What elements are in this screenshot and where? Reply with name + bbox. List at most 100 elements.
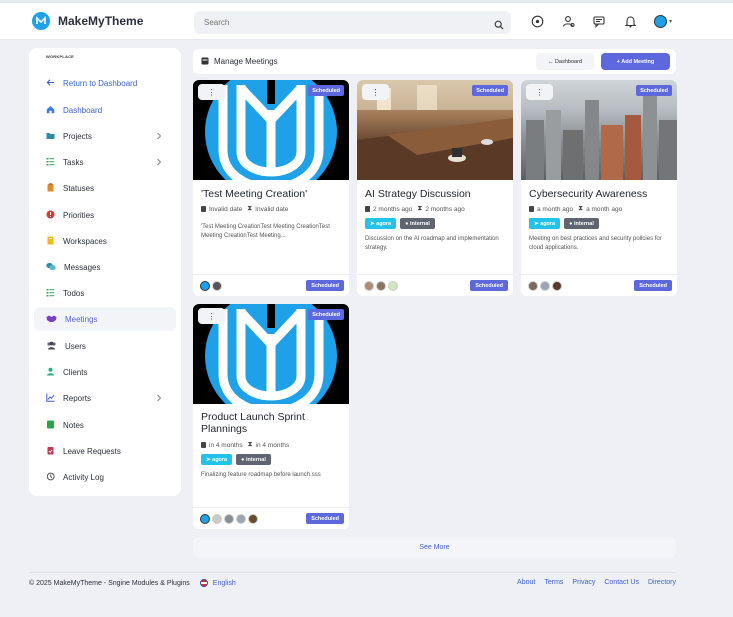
sidebar-item-priorities[interactable]: Priorities: [34, 203, 176, 227]
avatar[interactable]: [388, 281, 398, 291]
tag-internal: ● internal: [400, 218, 435, 229]
sidebar-item-tasks[interactable]: Tasks: [34, 150, 176, 174]
avatar[interactable]: [224, 514, 234, 524]
sidebar-item-label: Messages: [64, 262, 101, 272]
footer-link-about[interactable]: About: [517, 579, 535, 586]
avatar[interactable]: [212, 514, 222, 524]
folder-icon: [46, 131, 55, 142]
meeting-card[interactable]: ⋮ Scheduled Cybersecurity Awareness a mo…: [521, 80, 677, 296]
checklist-icon: [46, 288, 55, 299]
avatar[interactable]: [364, 281, 374, 291]
sidebar-item-notes[interactable]: Notes: [34, 413, 176, 437]
meeting-date-start: a month ago: [537, 205, 574, 213]
clipboard-check-icon: [46, 446, 55, 457]
meeting-dates: 2 months ago ⧗ 2 months ago: [365, 205, 465, 213]
meeting-date-start: Invalid date: [209, 205, 243, 213]
search-box[interactable]: [194, 11, 511, 34]
avatar[interactable]: [552, 281, 562, 291]
chevron-down-icon: ▾: [669, 18, 673, 25]
avatar[interactable]: [376, 281, 386, 291]
status-badge: Scheduled: [306, 513, 344, 524]
participant-avatars: [200, 281, 222, 291]
add-circle-icon[interactable]: [530, 14, 544, 28]
sidebar-item-meetings[interactable]: Meetings: [34, 307, 176, 331]
sidebar-item-reports[interactable]: Reports: [34, 386, 176, 410]
bell-icon[interactable]: [623, 14, 637, 28]
search-icon[interactable]: [494, 17, 504, 35]
sidebar-item-dashboard[interactable]: Dashboard: [34, 98, 176, 122]
chat-icon: [46, 262, 56, 273]
footer-links: About Terms Privacy Contact Us Directory: [517, 579, 676, 586]
avatar[interactable]: [540, 281, 550, 291]
language-selector[interactable]: English: [199, 579, 236, 587]
sidebar-item-statuses[interactable]: Statuses: [34, 176, 176, 200]
sidebar-item-todos[interactable]: Todos: [34, 281, 176, 305]
chart-icon: [46, 393, 55, 404]
language-label: English: [212, 579, 236, 587]
footer-left: © 2025 MakeMyTheme - Sngine Modules & Pl…: [29, 579, 236, 587]
tag-internal: ● internal: [564, 218, 599, 229]
card-menu-button[interactable]: ⋮: [198, 308, 225, 324]
calendar-icon: [201, 442, 206, 448]
meeting-title[interactable]: Cybersecurity Awareness: [529, 188, 647, 200]
sidebar-item-clients[interactable]: Clients: [34, 360, 176, 384]
footer-link-directory[interactable]: Directory: [648, 579, 676, 586]
avatar[interactable]: [212, 281, 222, 291]
alert-icon: [46, 210, 55, 221]
sidebar-item-leave-requests[interactable]: Leave Requests: [34, 439, 176, 463]
history-icon: [46, 472, 55, 483]
avatar[interactable]: [248, 514, 258, 524]
sidebar-item-label: Tasks: [63, 157, 84, 167]
status-badge: Scheduled: [306, 280, 344, 291]
top-bar: MakeMyTheme ▾: [0, 0, 733, 40]
meeting-title[interactable]: Product Launch Sprint Plannings: [201, 411, 341, 435]
friends-icon[interactable]: [561, 14, 575, 28]
avatar[interactable]: [236, 514, 246, 524]
clipboard-icon: [46, 182, 55, 194]
card-menu-button[interactable]: ⋮: [198, 84, 225, 100]
sidebar-item-label: Workspaces: [63, 236, 107, 246]
meeting-title[interactable]: 'Test Meeting Creation': [201, 188, 307, 200]
participant-avatars: [200, 514, 258, 524]
user-menu[interactable]: ▾: [654, 14, 673, 28]
brand[interactable]: MakeMyTheme: [32, 12, 143, 30]
meeting-date-end: 2 months ago: [425, 205, 465, 213]
meeting-date-start: in 4 months: [209, 441, 243, 449]
sidebar-item-activity-log[interactable]: Activity Log: [34, 465, 176, 489]
see-more-button[interactable]: See More: [193, 537, 676, 558]
avatar[interactable]: [200, 281, 210, 291]
meeting-card[interactable]: ⋮ Scheduled 'Test Meeting Creation' Inva…: [193, 80, 349, 296]
meeting-dates: Invalid date ⧗ Invalid date: [201, 205, 288, 213]
sidebar-item-users[interactable]: Users: [34, 334, 176, 358]
messages-icon[interactable]: [592, 14, 606, 28]
add-meeting-button[interactable]: + Add Meeting: [601, 53, 670, 70]
users-icon: [46, 341, 57, 352]
card-menu-button[interactable]: ⋮: [526, 84, 553, 100]
meeting-card[interactable]: ⋮ Scheduled AI Strategy Discussion 2 mon…: [357, 80, 513, 296]
meeting-description: Discussion on the AI roadmap and impleme…: [365, 236, 499, 251]
hourglass-icon: ⧗: [247, 441, 253, 448]
arrow-left-icon: [46, 78, 55, 89]
meeting-dates: a month ago ⧗ a month ago: [529, 205, 622, 213]
meeting-card[interactable]: ⋮ Scheduled Product Launch Sprint Planni…: [193, 304, 349, 529]
dashboard-button[interactable]: ← Dashboard: [536, 53, 594, 70]
sidebar-item-label: Notes: [63, 420, 84, 430]
sidebar-item-return-to-dashboard[interactable]: Return to Dashboard: [34, 71, 176, 95]
sidebar-item-workspaces[interactable]: Workspaces: [34, 229, 176, 253]
card-menu-button[interactable]: ⋮: [362, 84, 389, 100]
sidebar-item-messages[interactable]: Messages: [34, 255, 176, 279]
footer-link-privacy[interactable]: Privacy: [572, 579, 595, 586]
sidebar-item-label: Return to Dashboard: [63, 78, 138, 88]
us-flag-icon: [199, 579, 208, 587]
sidebar-item-label: Users: [65, 341, 86, 351]
meeting-date-end: Invalid date: [255, 205, 289, 213]
sidebar-item-projects[interactable]: Projects: [34, 124, 176, 148]
sidebar-item-label: Leave Requests: [63, 446, 121, 456]
avatar[interactable]: [528, 281, 538, 291]
footer-link-terms[interactable]: Terms: [544, 579, 563, 586]
hourglass-icon: ⧗: [417, 205, 423, 212]
footer-link-contact[interactable]: Contact Us: [604, 579, 639, 586]
avatar[interactable]: [200, 514, 210, 524]
meeting-title[interactable]: AI Strategy Discussion: [365, 188, 471, 200]
search-input[interactable]: [204, 15, 484, 30]
